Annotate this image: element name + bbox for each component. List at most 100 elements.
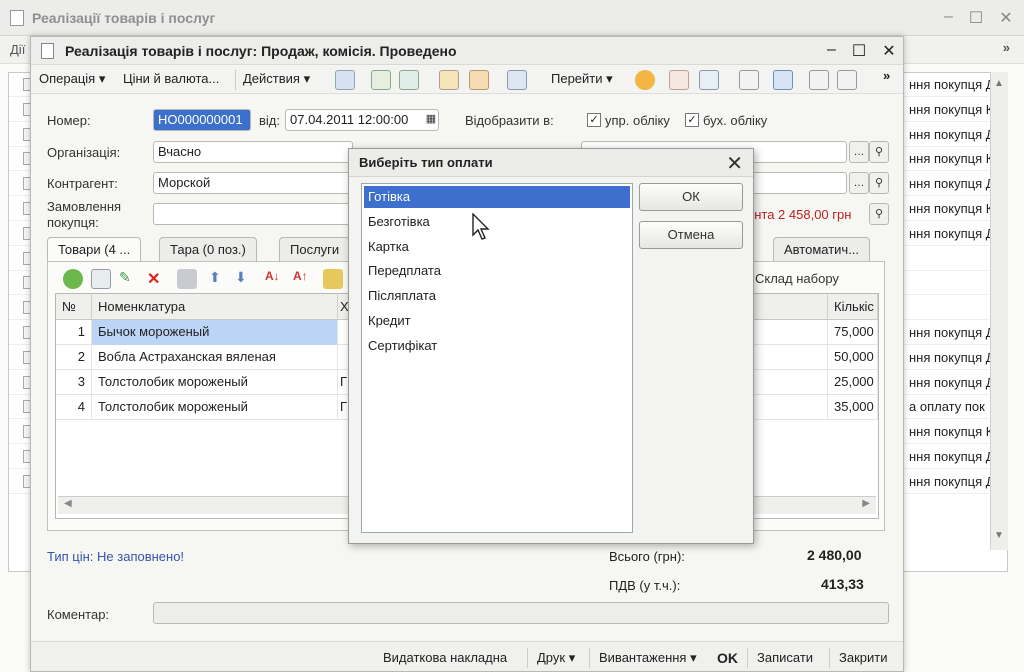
help-icon[interactable] — [635, 70, 655, 90]
actions-menu[interactable]: Дії — [10, 42, 25, 57]
column-header-qty[interactable]: Кількіс — [828, 294, 878, 320]
export-menu[interactable]: Вивантаження ▾ — [599, 650, 697, 666]
actions-menu[interactable]: Действия ▾ — [243, 71, 310, 87]
maximize-icon[interactable]: ☐ — [969, 8, 983, 28]
minimize-icon[interactable]: – — [944, 8, 953, 28]
more-chevron-icon[interactable]: » — [1003, 40, 1010, 55]
table-cell-num[interactable]: 2 — [56, 345, 92, 370]
vat-label: ПДВ (у т.ч.): — [609, 578, 681, 593]
vertical-scrollbar[interactable]: ▲ ▼ — [990, 72, 1008, 550]
settings-list-icon[interactable] — [837, 70, 857, 90]
minimize-icon[interactable]: – — [827, 41, 836, 61]
close-icon[interactable]: ✕ — [882, 41, 895, 61]
list-item-text: ння покупця К — [909, 151, 991, 167]
tab-goods[interactable]: Товари (4 ... — [47, 237, 142, 263]
table-cell-qty[interactable]: 75,000 — [828, 320, 878, 345]
table-cell-qty[interactable]: 35,000 — [828, 395, 878, 420]
payment-option[interactable]: Передплата — [364, 260, 630, 282]
table-cell-num[interactable]: 1 — [56, 320, 92, 345]
tt-icon[interactable] — [773, 70, 793, 90]
sort-desc-icon[interactable]: A↑ — [293, 269, 313, 289]
search-icon[interactable]: ⚲ — [869, 203, 889, 225]
close-button[interactable]: Закрити — [839, 650, 887, 665]
more-chevron-icon[interactable]: » — [883, 68, 890, 83]
barcode-icon[interactable] — [323, 269, 343, 289]
background-title-bar: Реалізації товарів і послуг – ☐ ✕ — [0, 0, 1024, 36]
close-icon[interactable]: ✕ — [726, 151, 743, 176]
scroll-up-icon[interactable]: ▲ — [994, 78, 1004, 89]
tab-services[interactable]: Послуги — [279, 237, 351, 261]
total-label: Всього (грн): — [609, 549, 685, 564]
mgmt-accounting-checkbox[interactable]: ✓ — [587, 113, 601, 127]
customer-order-field[interactable] — [153, 203, 353, 225]
contractor-field[interactable]: Морской — [153, 172, 353, 194]
add-icon[interactable] — [63, 269, 83, 289]
payment-options-list[interactable]: Готівка Безготівка Картка Передплата Післяпл… — [361, 183, 633, 533]
organization-field[interactable]: Вчасно — [153, 141, 353, 163]
select-button[interactable]: … — [849, 172, 869, 194]
table-cell-name[interactable]: Бычок мороженый — [92, 320, 338, 345]
delete-icon[interactable]: ✕ — [147, 269, 167, 289]
ok-button[interactable]: OK — [717, 650, 738, 666]
table-cell-num[interactable]: 3 — [56, 370, 92, 395]
column-header-name[interactable]: Номенклатура — [92, 294, 338, 320]
select-button[interactable]: … — [849, 141, 869, 163]
edit-icon[interactable]: ✎ — [119, 269, 139, 289]
payment-option[interactable]: Безготівка — [364, 211, 630, 233]
comment-field[interactable] — [153, 602, 889, 624]
search-icon[interactable]: ⚲ — [869, 172, 889, 194]
invoice-button[interactable]: Видаткова накладна — [383, 650, 507, 665]
table-cell-qty[interactable]: 25,000 — [828, 370, 878, 395]
dialog-title-bar: Виберіть тип оплати ✕ — [349, 149, 753, 177]
based-on-icon[interactable] — [507, 70, 527, 90]
table-cell-name[interactable]: Вобла Астраханская вяленая — [92, 345, 338, 370]
tab-auto[interactable]: Автоматич... — [773, 237, 871, 261]
scroll-down-icon[interactable]: ▼ — [994, 530, 1004, 541]
prices-currency-button[interactable]: Ціни й валюта... — [123, 71, 219, 86]
import-icon[interactable] — [469, 70, 489, 90]
fill-icon[interactable] — [439, 70, 459, 90]
payment-option[interactable]: Кредит — [364, 310, 630, 332]
tab-tara[interactable]: Тара (0 поз.) — [159, 237, 257, 261]
dt-kt-icon[interactable] — [669, 70, 689, 90]
structure-icon[interactable] — [739, 70, 759, 90]
save-button[interactable]: Записати — [757, 650, 813, 665]
move-up-icon[interactable]: ⬆ — [209, 269, 229, 289]
maximize-icon[interactable]: ☐ — [852, 41, 866, 61]
post-icon[interactable] — [335, 70, 355, 90]
close-icon[interactable]: ✕ — [999, 8, 1012, 28]
table-cell-qty[interactable]: 50,000 — [828, 345, 878, 370]
number-field[interactable]: НО000000001 — [153, 109, 251, 131]
calendar-icon[interactable]: ▦ — [421, 109, 441, 131]
copy-row-icon[interactable] — [91, 269, 111, 289]
table-cell-num[interactable]: 4 — [56, 395, 92, 420]
payment-option[interactable]: Готівка — [364, 186, 630, 208]
list-item-text: ння покупця Д — [909, 176, 991, 192]
search-icon[interactable]: ⚲ — [869, 141, 889, 163]
refresh-icon[interactable] — [371, 70, 391, 90]
goto-menu[interactable]: Перейти ▾ — [551, 71, 613, 87]
scroll-right-icon[interactable]: ▶ — [862, 498, 870, 509]
list-item-text: ння покупця Д — [909, 449, 991, 464]
report-icon[interactable] — [699, 70, 719, 90]
operation-menu[interactable]: Операція ▾ — [39, 71, 105, 87]
payment-option[interactable]: Сертифікат — [364, 335, 630, 357]
print-menu[interactable]: Друк ▾ — [537, 650, 575, 666]
scroll-left-icon[interactable]: ◀ — [64, 498, 72, 509]
ok-button[interactable]: ОК — [639, 183, 743, 211]
column-header-num[interactable]: № — [56, 294, 92, 320]
sort-asc-icon[interactable]: A↓ — [265, 269, 285, 289]
end-edit-icon[interactable] — [177, 269, 197, 289]
list-view-icon[interactable] — [809, 70, 829, 90]
acc-accounting-checkbox[interactable]: ✓ — [685, 113, 699, 127]
payment-option[interactable]: Післяплата — [364, 285, 630, 307]
table-cell-name[interactable]: Толстолобик мороженый — [92, 370, 338, 395]
move-down-icon[interactable]: ⬇ — [235, 269, 255, 289]
price-type-link[interactable]: Тип цін: Не заповнено! — [47, 549, 184, 564]
payment-option[interactable]: Картка — [364, 236, 630, 258]
cancel-button[interactable]: Отмена — [639, 221, 743, 249]
table-cell-name[interactable]: Толстолобик мороженый — [92, 395, 338, 420]
copy-icon[interactable] — [399, 70, 419, 90]
date-field[interactable]: 07.04.2011 12:00:00 — [285, 109, 439, 131]
vat-value: 413,33 — [821, 576, 864, 592]
